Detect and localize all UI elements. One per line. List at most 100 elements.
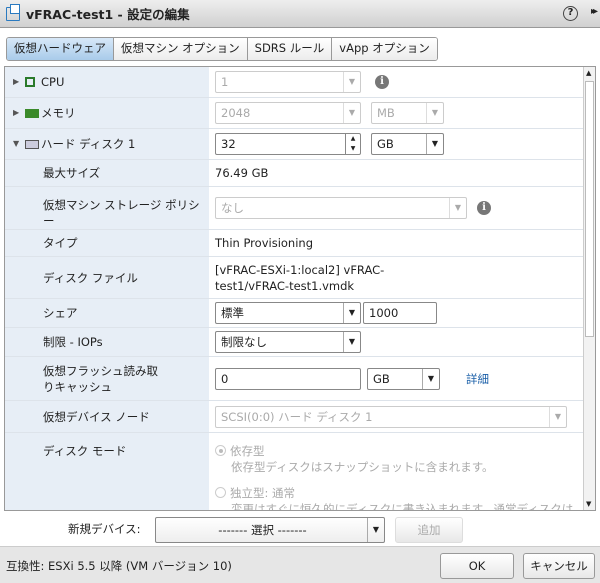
chevron-down-icon[interactable]: ▼ [343, 303, 360, 323]
expand-arrow-icon[interactable]: ▶ [13, 74, 19, 90]
tab-vapp-options[interactable]: vApp オプション [332, 38, 437, 60]
expand-arrow-icon[interactable]: ▶ [13, 105, 19, 121]
flash-unit: GB [373, 371, 390, 386]
iops-value: 制限なし [221, 335, 267, 349]
scrollbar[interactable]: ▲ ▼ [583, 67, 595, 510]
spinner-icon[interactable]: ▲ ▼ [345, 134, 360, 154]
policy-label: 仮想マシン ストレージ ポリシー [5, 187, 209, 229]
memory-label: メモリ [41, 106, 76, 120]
ok-button[interactable]: OK [440, 553, 514, 579]
tab-bar: 仮想ハードウェア 仮想マシン オプション SDRS ルール vApp オプション [6, 37, 438, 61]
row-shares: シェア 標準 ▼ 1000 [5, 299, 584, 328]
info-icon[interactable]: i [375, 75, 389, 89]
shares-value-input[interactable]: 1000 [363, 302, 437, 324]
new-device-select[interactable]: ------- 選択 ------- ▼ [155, 517, 385, 543]
iops-select[interactable]: 制限なし ▼ [215, 331, 361, 353]
memory-icon [25, 109, 39, 118]
chevron-down-icon[interactable]: ▼ [449, 198, 466, 218]
chevron-down-icon[interactable]: ▼ [426, 103, 443, 123]
collapse-arrow-icon[interactable]: ▼ [13, 136, 19, 152]
mode-dependent-radio[interactable]: 依存型 [215, 443, 265, 459]
radio-icon[interactable] [215, 487, 226, 498]
new-device-select-value: ------- 選択 ------- [218, 523, 307, 537]
flash-cache-input[interactable]: 0 [215, 367, 361, 390]
window-title: vFRAC-test1 - 設定の編集 [26, 7, 190, 22]
chevron-down-icon[interactable]: ▼ [343, 72, 360, 92]
chevron-down-icon[interactable]: ▼ [422, 368, 439, 389]
mode-independent-desc: 変更はすぐに恒久的にディスクに書き込まれます。通常ディスクは [231, 502, 574, 511]
memory-value: 2048 [221, 106, 251, 120]
chevron-down-icon[interactable]: ▼ [549, 406, 566, 427]
mode-independent-label: 独立型: 通常 [230, 486, 296, 500]
chevron-down-icon[interactable]: ▼ [426, 134, 443, 154]
memory-input[interactable]: 2048 ▼ [215, 102, 361, 124]
type-value: Thin Provisioning [215, 236, 313, 250]
row-max-size: 最大サイズ 76.49 GB [5, 160, 584, 187]
disk-size-input[interactable]: 32 ▲ ▼ [215, 133, 361, 155]
tab-vm-options[interactable]: 仮想マシン オプション [114, 38, 248, 60]
memory-expander[interactable]: ▶ メモリ [5, 98, 209, 128]
max-size-label: 最大サイズ [5, 160, 209, 186]
scroll-down-icon[interactable]: ▼ [586, 500, 591, 508]
row-device-node: 仮想デバイス ノード SCSI(0:0) ハード ディスク 1 ▼ [5, 401, 584, 433]
device-node-select[interactable]: SCSI(0:0) ハード ディスク 1 ▼ [215, 405, 567, 428]
cpu-value: 1 [221, 75, 229, 89]
max-size-value: 76.49 GB [215, 166, 269, 180]
scroll-thumb[interactable] [585, 81, 594, 337]
chevron-down-icon[interactable]: ▼ [343, 103, 360, 123]
new-device-label: 新規デバイス: [68, 522, 141, 536]
disk-expander[interactable]: ▼ ハード ディスク 1 [5, 129, 209, 159]
shares-level-select[interactable]: 標準 ▼ [215, 302, 361, 324]
row-iops-limit: 制限 - IOPs 制限なし ▼ [5, 328, 584, 357]
disk-mode-label: ディスク モード [5, 433, 209, 510]
chevron-down-icon[interactable]: ▼ [367, 518, 384, 542]
new-device-bar: 新規デバイス: ------- 選択 ------- ▼ 追加 [0, 514, 600, 546]
device-node-value: SCSI(0:0) ハード ディスク 1 [221, 409, 373, 424]
vm-icon [6, 3, 20, 21]
type-label: タイプ [5, 230, 209, 256]
chevron-down-icon[interactable]: ▼ [343, 332, 360, 352]
expand-icon[interactable]: ▸▸ [591, 6, 598, 17]
tab-virtual-hardware[interactable]: 仮想ハードウェア [7, 38, 114, 60]
help-icon[interactable]: ? [563, 6, 578, 21]
compatibility-text: 互換性: ESXi 5.5 以降 (VM バージョン 10) [6, 559, 232, 573]
title-bar: vFRAC-test1 - 設定の編集 ? ▸▸ [0, 0, 600, 28]
policy-select[interactable]: なし ▼ [215, 197, 467, 219]
footer: 互換性: ESXi 5.5 以降 (VM バージョン 10) OK キャンセル [0, 546, 600, 583]
flash-cache-value: 0 [221, 371, 229, 386]
disk-size-value: 32 [221, 137, 236, 151]
add-button[interactable]: 追加 [395, 517, 463, 543]
flash-cache-label: 仮想フラッシュ読み取りキャッシュ [5, 357, 209, 400]
cpu-select[interactable]: 1 ▼ [215, 71, 361, 93]
details-link[interactable]: 詳細 [466, 371, 489, 387]
row-cpu: ▶ CPU 1 ▼ i [5, 67, 584, 98]
memory-unit-select[interactable]: MB ▼ [371, 102, 444, 124]
disk-unit: GB [377, 137, 394, 151]
scroll-up-icon[interactable]: ▲ [586, 69, 591, 77]
device-node-label: 仮想デバイス ノード [5, 401, 209, 432]
flash-unit-select[interactable]: GB ▼ [367, 367, 440, 390]
disk-label: ハード ディスク 1 [41, 137, 136, 151]
row-disk-mode: ディスク モード 依存型 依存型ディスクはスナップショットに含まれます。 独立型… [5, 433, 584, 511]
cancel-button[interactable]: キャンセル [523, 553, 595, 579]
tab-sdrs-rules[interactable]: SDRS ルール [247, 38, 333, 60]
iops-label: 制限 - IOPs [5, 328, 209, 356]
row-memory: ▶ メモリ 2048 ▼ MB ▼ [5, 98, 584, 129]
cpu-icon [25, 77, 35, 87]
mode-independent-radio[interactable]: 独立型: 通常 [215, 485, 295, 501]
row-disk-file: ディスク ファイル [vFRAC-ESXi-1:local2] vFRAC-te… [5, 257, 584, 299]
row-flash-cache: 仮想フラッシュ読み取りキャッシュ 0 GB ▼ 詳細 [5, 357, 584, 401]
mode-dependent-label: 依存型 [230, 444, 265, 458]
row-type: タイプ Thin Provisioning [5, 230, 584, 257]
disk-unit-select[interactable]: GB ▼ [371, 133, 444, 155]
policy-value: なし [221, 201, 244, 215]
radio-icon[interactable] [215, 445, 226, 456]
disk-file-value: [vFRAC-ESXi-1:local2] vFRAC- [215, 262, 385, 277]
memory-unit: MB [377, 106, 395, 120]
shares-label: シェア [5, 299, 209, 327]
shares-level: 標準 [221, 306, 244, 320]
disk-file-value-cont: test1/vFRAC-test1.vmdk [215, 278, 355, 293]
row-storage-policy: 仮想マシン ストレージ ポリシー なし ▼ i [5, 187, 584, 230]
info-icon[interactable]: i [477, 201, 491, 215]
cpu-expander[interactable]: ▶ CPU [5, 67, 209, 97]
